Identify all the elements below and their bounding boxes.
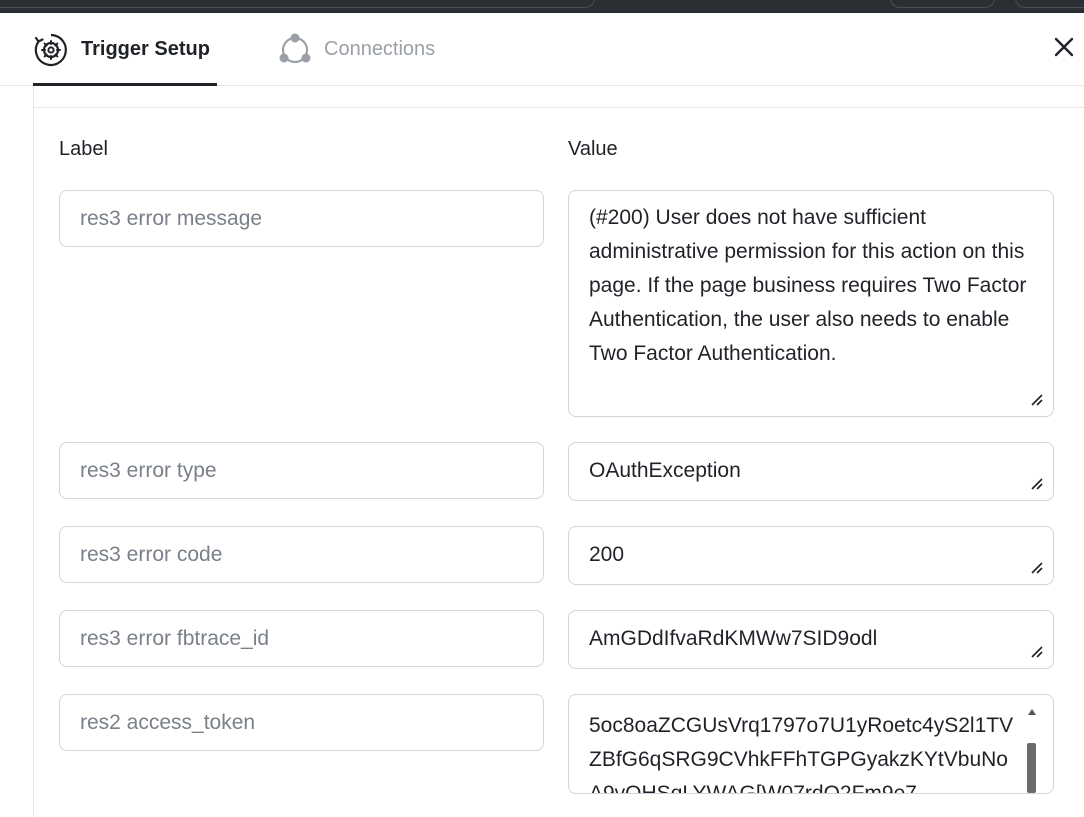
value-textarea[interactable]: 5oc8oaZCGUsVrq1797o7U1yRoetc4yS2l1TVZBfG… [568,694,1054,794]
label-input[interactable]: res3 error message [59,190,544,247]
value-text: (#200) User does not have sufficient adm… [589,206,1027,365]
value-textarea[interactable]: 200 [568,526,1054,585]
value-text: OAuthException [589,459,741,482]
toolbar-button-edge [890,0,995,8]
label-input[interactable]: res3 error fbtrace_id [59,610,544,667]
resize-handle-icon[interactable] [1027,390,1043,406]
label-text: res3 error type [80,458,217,482]
label-input[interactable]: res3 error type [59,442,544,499]
divider [34,107,1084,108]
tab-label: Connections [324,38,436,60]
label-text: res3 error code [80,542,223,566]
toolbar-button-edge [1015,0,1084,8]
scrollbar-thumb[interactable] [1027,743,1036,793]
value-textarea[interactable]: OAuthException [568,442,1054,501]
value-textarea[interactable]: (#200) User does not have sufficient adm… [568,190,1054,417]
value-text: AmGDdIfvaRdKMWw7SID9odl [589,627,878,650]
tab-label: Trigger Setup [81,38,210,60]
label-text: res3 error message [80,206,263,230]
label-text: res3 error fbtrace_id [80,626,270,650]
connections-icon [278,32,312,68]
address-bar-edge [0,0,595,8]
value-text: 5oc8oaZCGUsVrq1797o7U1yRoetc4yS2l1TVZBfG… [589,714,1014,794]
gear-cycle-icon [33,32,69,68]
label-column-header: Label [59,138,108,160]
label-input[interactable]: res2 access_token [59,694,544,751]
tab-trigger-setup[interactable]: Trigger Setup [33,13,217,86]
tab-connections[interactable]: Connections [278,13,453,86]
tab-bar: Trigger Setup Connections [0,13,1084,86]
close-button[interactable] [1044,31,1084,67]
label-text: res2 access_token [80,710,256,734]
value-textarea[interactable]: AmGDdIfvaRdKMWw7SID9odl [568,610,1054,669]
scroll-up-icon[interactable] [1028,709,1036,715]
resize-handle-icon[interactable] [1027,474,1043,490]
close-icon [1054,37,1074,62]
browser-top-strip [0,0,1084,13]
value-text: 200 [589,543,625,566]
scrollbar[interactable] [1027,709,1037,793]
label-input[interactable]: res3 error code [59,526,544,583]
value-column-header: Value [568,138,618,160]
resize-handle-icon[interactable] [1027,558,1043,574]
fields-panel: Label Value res3 error message (#200) Us… [33,86,1084,817]
resize-handle-icon[interactable] [1027,642,1043,658]
